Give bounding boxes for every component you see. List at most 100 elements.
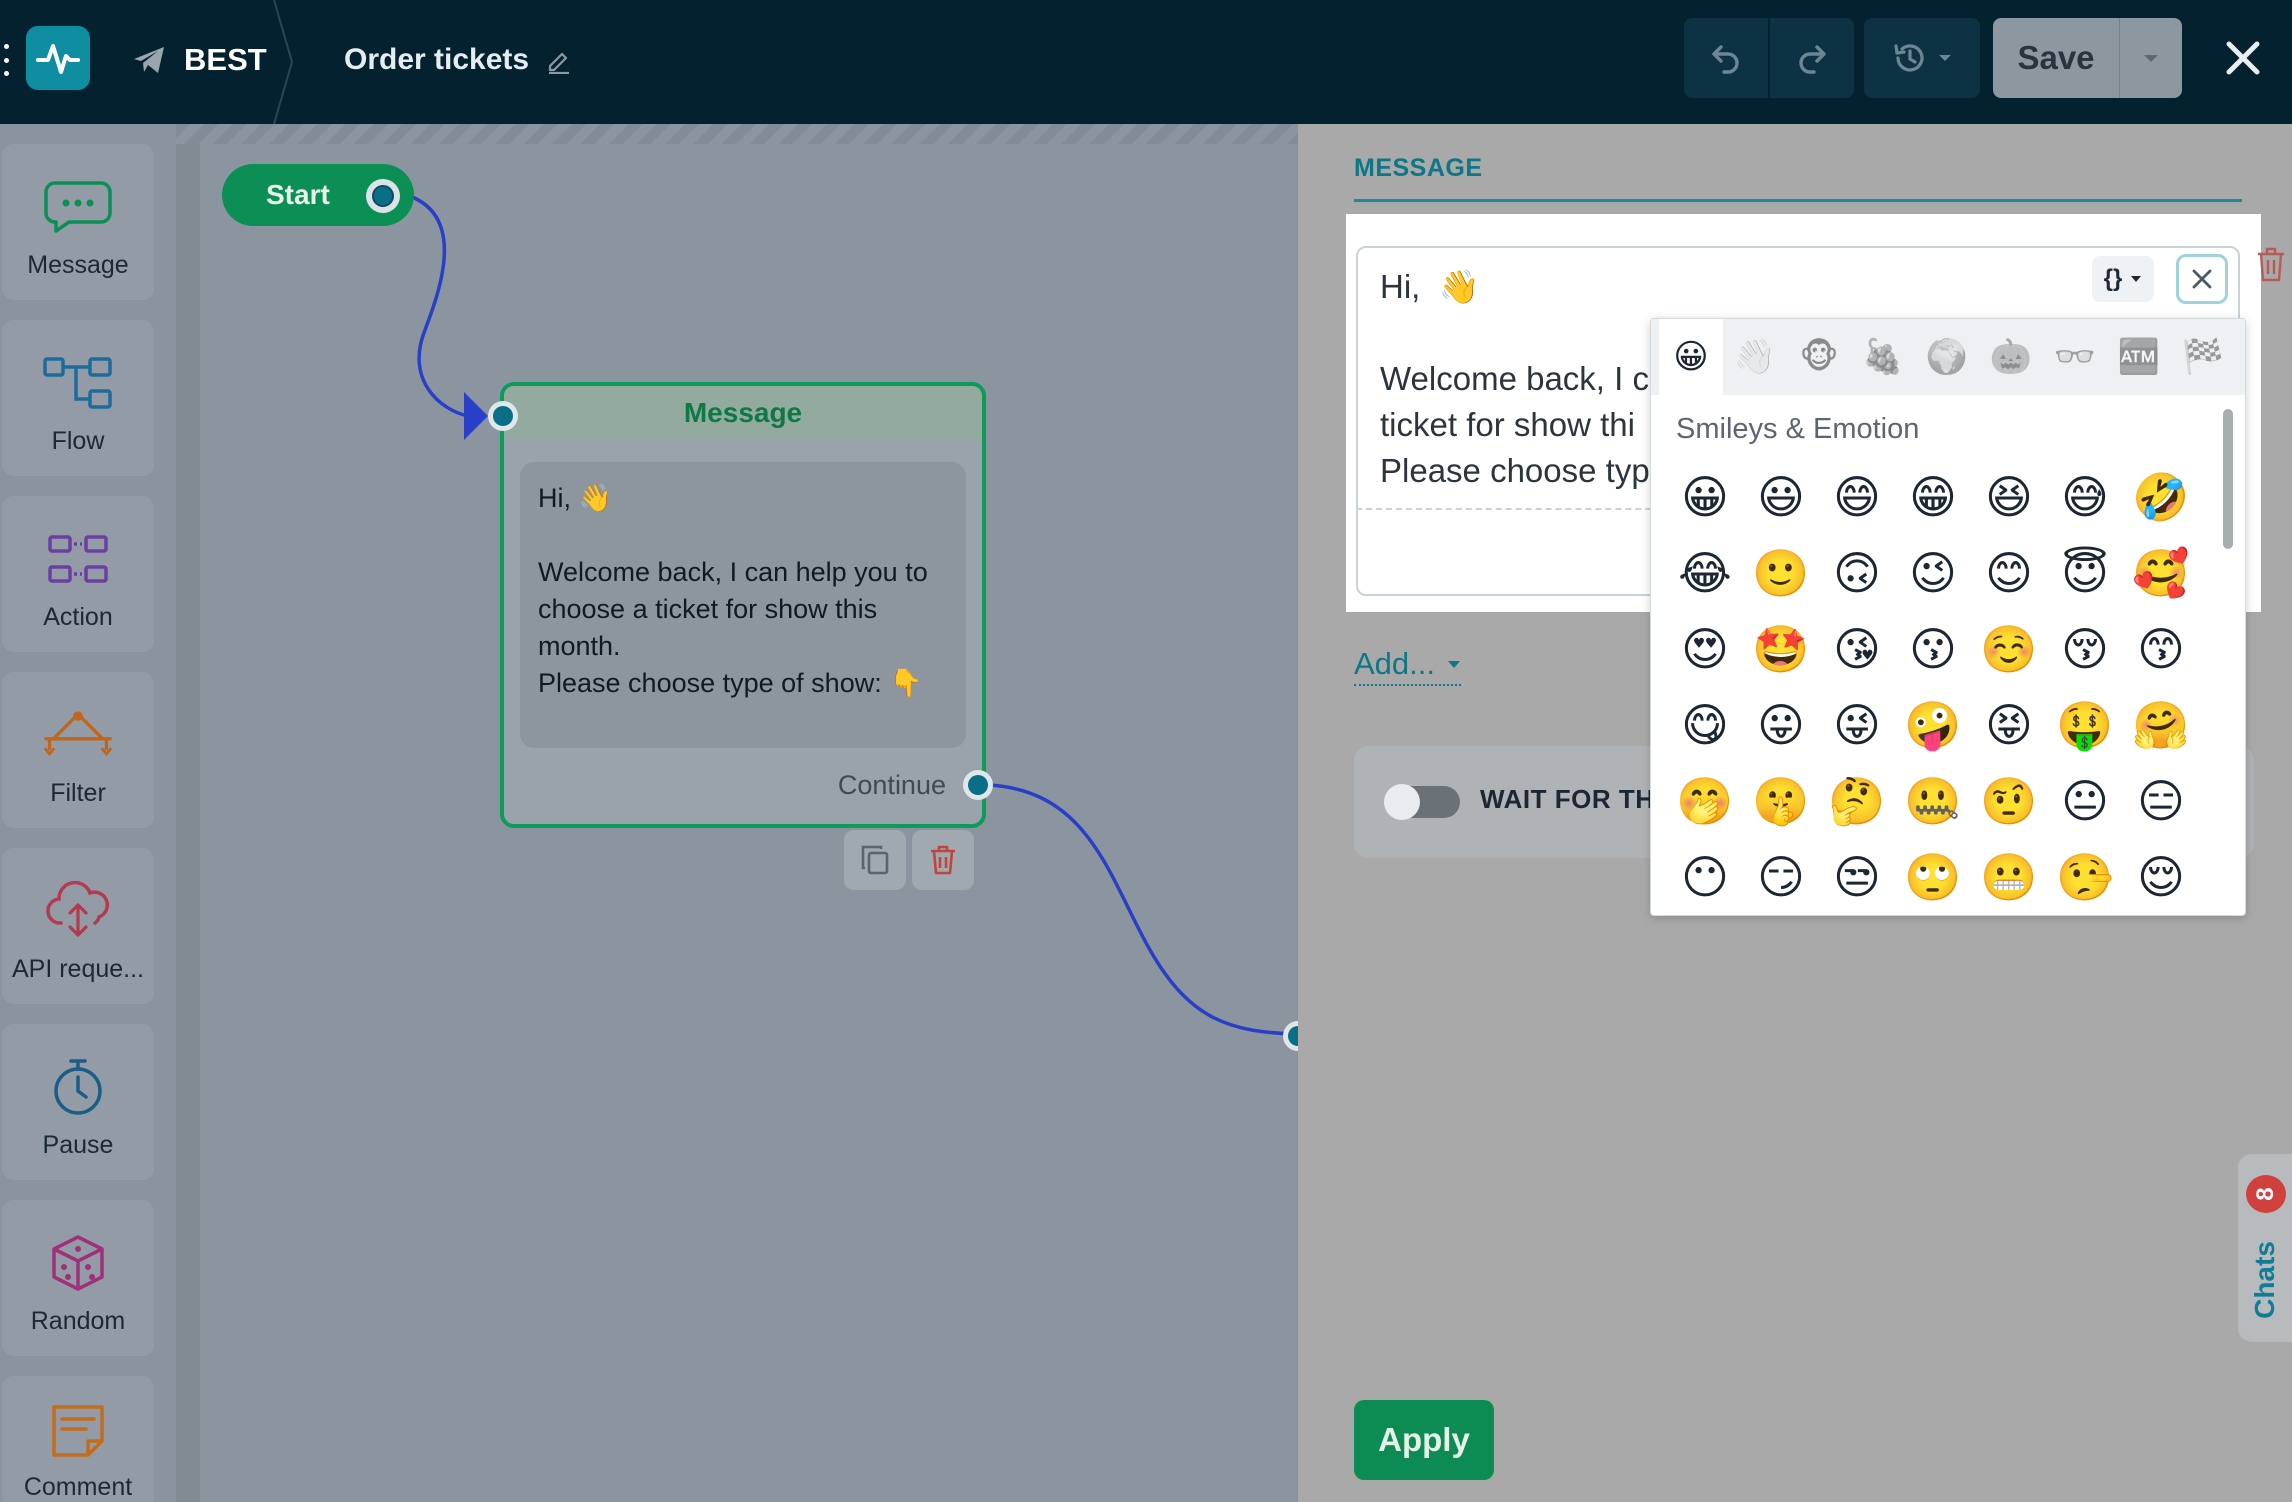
save-button-group: Save [1993, 18, 2182, 98]
emoji-item[interactable]: 😘 [1819, 611, 1895, 687]
emoji-item[interactable]: 😝 [1971, 687, 2047, 763]
emoji-item[interactable]: 🤗 [2123, 687, 2199, 763]
emoji-category-travel[interactable]: 🌍 [1915, 319, 1979, 395]
apply-button[interactable]: Apply [1354, 1400, 1494, 1480]
undo-button[interactable] [1684, 18, 1768, 98]
emoji-item[interactable]: 🙃 [1819, 535, 1895, 611]
emoji-item[interactable]: 😏 [1743, 839, 1819, 915]
emoji-item[interactable]: ☺️ [1971, 611, 2047, 687]
variable-braces-icon: {} [2103, 265, 2123, 292]
emoji-category-animals[interactable]: 🐵 [1787, 319, 1851, 395]
emoji-item[interactable]: 😙 [2123, 611, 2199, 687]
chats-count-badge: 8 [2246, 1175, 2286, 1213]
duplicate-node-button[interactable] [844, 830, 906, 890]
wait-for-reply-toggle[interactable] [1384, 784, 1460, 820]
tab-message[interactable]: MESSAGE [1354, 154, 1483, 183]
emoji-scrollbar[interactable] [2219, 401, 2237, 911]
emoji-item[interactable]: 😑 [2123, 763, 2199, 839]
emoji-item[interactable]: 🙄 [1895, 839, 1971, 915]
emoji-item[interactable]: 😋 [1667, 687, 1743, 763]
emoji-category-symbols[interactable]: 🏧 [2107, 319, 2171, 395]
emoji-item[interactable]: 🤔 [1819, 763, 1895, 839]
start-output-port[interactable] [366, 179, 400, 213]
emoji-item[interactable]: 🤩 [1743, 611, 1819, 687]
add-content-dropdown[interactable]: Add... [1354, 646, 1461, 686]
emoji-item[interactable]: 😃 [1743, 459, 1819, 535]
emoji-item[interactable]: 🙂 [1743, 535, 1819, 611]
message-node[interactable]: Message Hi, 👋 Welcome back, I can help y… [500, 382, 986, 828]
emoji-item[interactable]: 😇 [2047, 535, 2123, 611]
emoji-category-flags[interactable]: 🏁 [2171, 319, 2235, 395]
chevron-down-icon [1939, 55, 1951, 61]
message-node-title: Message [504, 386, 982, 440]
emoji-item[interactable]: 😀 [1667, 459, 1743, 535]
close-icon [2192, 269, 2212, 289]
wire-start-to-message [399, 191, 469, 418]
emoji-category-bar: 😀 👋🏻 🐵 🍇 🌍 🎃 👓 🏧 🏁 [1651, 319, 2245, 395]
message-editor-text[interactable]: Hi, 👋 Welcome back, I c ticket for show … [1380, 264, 1680, 494]
save-button[interactable]: Save [1993, 18, 2119, 98]
undo-icon [1712, 45, 1739, 74]
emoji-item[interactable]: 😄 [1819, 459, 1895, 535]
delete-node-button[interactable] [912, 830, 974, 890]
emoji-category-activities[interactable]: 🎃 [1979, 319, 2043, 395]
redo-button[interactable] [1770, 18, 1854, 98]
emoji-item[interactable]: 😒 [1819, 839, 1895, 915]
history-button[interactable] [1864, 18, 1980, 98]
copy-icon [861, 845, 889, 875]
emoji-item[interactable]: 😬 [1971, 839, 2047, 915]
chevron-down-icon [2131, 276, 2142, 282]
close-emoji-button[interactable] [2176, 254, 2228, 304]
message-input-port[interactable] [488, 401, 518, 431]
emoji-item[interactable]: 🤪 [1895, 687, 1971, 763]
redo-icon [1799, 45, 1826, 74]
trash-icon[interactable] [2256, 246, 2286, 282]
emoji-category-objects[interactable]: 👓 [2043, 319, 2107, 395]
emoji-item[interactable]: 😊 [1971, 535, 2047, 611]
emoji-item[interactable]: 🤫 [1743, 763, 1819, 839]
start-node[interactable]: Start [222, 164, 414, 226]
emoji-item[interactable]: 😍 [1667, 611, 1743, 687]
emoji-scroll-thumb[interactable] [2223, 409, 2233, 549]
tab-underline [1354, 199, 2242, 202]
emoji-item[interactable]: 🤭 [1667, 763, 1743, 839]
emoji-category-food[interactable]: 🍇 [1851, 319, 1915, 395]
continue-output-port[interactable] [963, 770, 993, 800]
emoji-item[interactable]: 😉 [1895, 535, 1971, 611]
emoji-item[interactable]: 😚 [2047, 611, 2123, 687]
chevron-down-icon [1448, 660, 1460, 668]
emoji-category-people[interactable]: 👋🏻 [1723, 319, 1787, 395]
emoji-picker: 😀 👋🏻 🐵 🍇 🌍 🎃 👓 🏧 🏁 Smileys & Emotion 😀 😃 😄 😁 😆 😅 🤣 😂 🙂 🙃 😉… [1650, 318, 2246, 916]
wait-for-reply-label: WAIT FOR TH [1480, 784, 1650, 814]
emoji-item[interactable]: 😐 [2047, 763, 2123, 839]
insert-variable-button[interactable]: {} [2092, 256, 2154, 302]
emoji-item[interactable]: 😗 [1895, 611, 1971, 687]
emoji-item[interactable]: 😂 [1667, 535, 1743, 611]
trash-icon [931, 845, 955, 875]
emoji-item[interactable]: 🥰 [2123, 535, 2199, 611]
emoji-item[interactable]: 🤣 [2123, 459, 2199, 535]
emoji-item[interactable]: 😶 [1667, 839, 1743, 915]
emoji-item[interactable]: 😅 [2047, 459, 2123, 535]
emoji-item[interactable]: 😌 [2123, 839, 2199, 915]
emoji-category-smileys[interactable]: 😀 [1659, 319, 1723, 395]
save-options-button[interactable] [2119, 18, 2182, 98]
emoji-item[interactable]: 😁 [1895, 459, 1971, 535]
emoji-category-heading: Smileys & Emotion [1676, 413, 1920, 445]
emoji-item[interactable]: 😛 [1743, 687, 1819, 763]
close-icon [2226, 41, 2260, 75]
node-toolbar [844, 830, 974, 890]
emoji-item[interactable]: 😆 [1971, 459, 2047, 535]
chevron-down-icon [2144, 55, 2158, 62]
emoji-item[interactable]: 🤥 [2047, 839, 2123, 915]
chats-label: Chats [2249, 1241, 2280, 1319]
emoji-item[interactable]: 😜 [1819, 687, 1895, 763]
wire-arrow-icon [464, 392, 488, 440]
emoji-item[interactable]: 🤑 [2047, 687, 2123, 763]
emoji-item[interactable]: 🤨 [1971, 763, 2047, 839]
emoji-grid: 😀 😃 😄 😁 😆 😅 🤣 😂 🙂 🙃 😉 😊 😇 🥰 😍 🤩 😘 😗 ☺️ 😚 😙 😋 😛 😜 🤪 😝 🤑 🤗 🤭 🤫 🤔 🤐 🤨 😐 😑 😶 😏 😒 🙄… [1667, 459, 2199, 915]
message-node-bubble: Hi, 👋 Welcome back, I can help you to ch… [520, 462, 966, 748]
emoji-item[interactable]: 🤐 [1895, 763, 1971, 839]
close-editor-button[interactable] [2218, 30, 2268, 86]
continue-label: Continue [837, 770, 946, 800]
